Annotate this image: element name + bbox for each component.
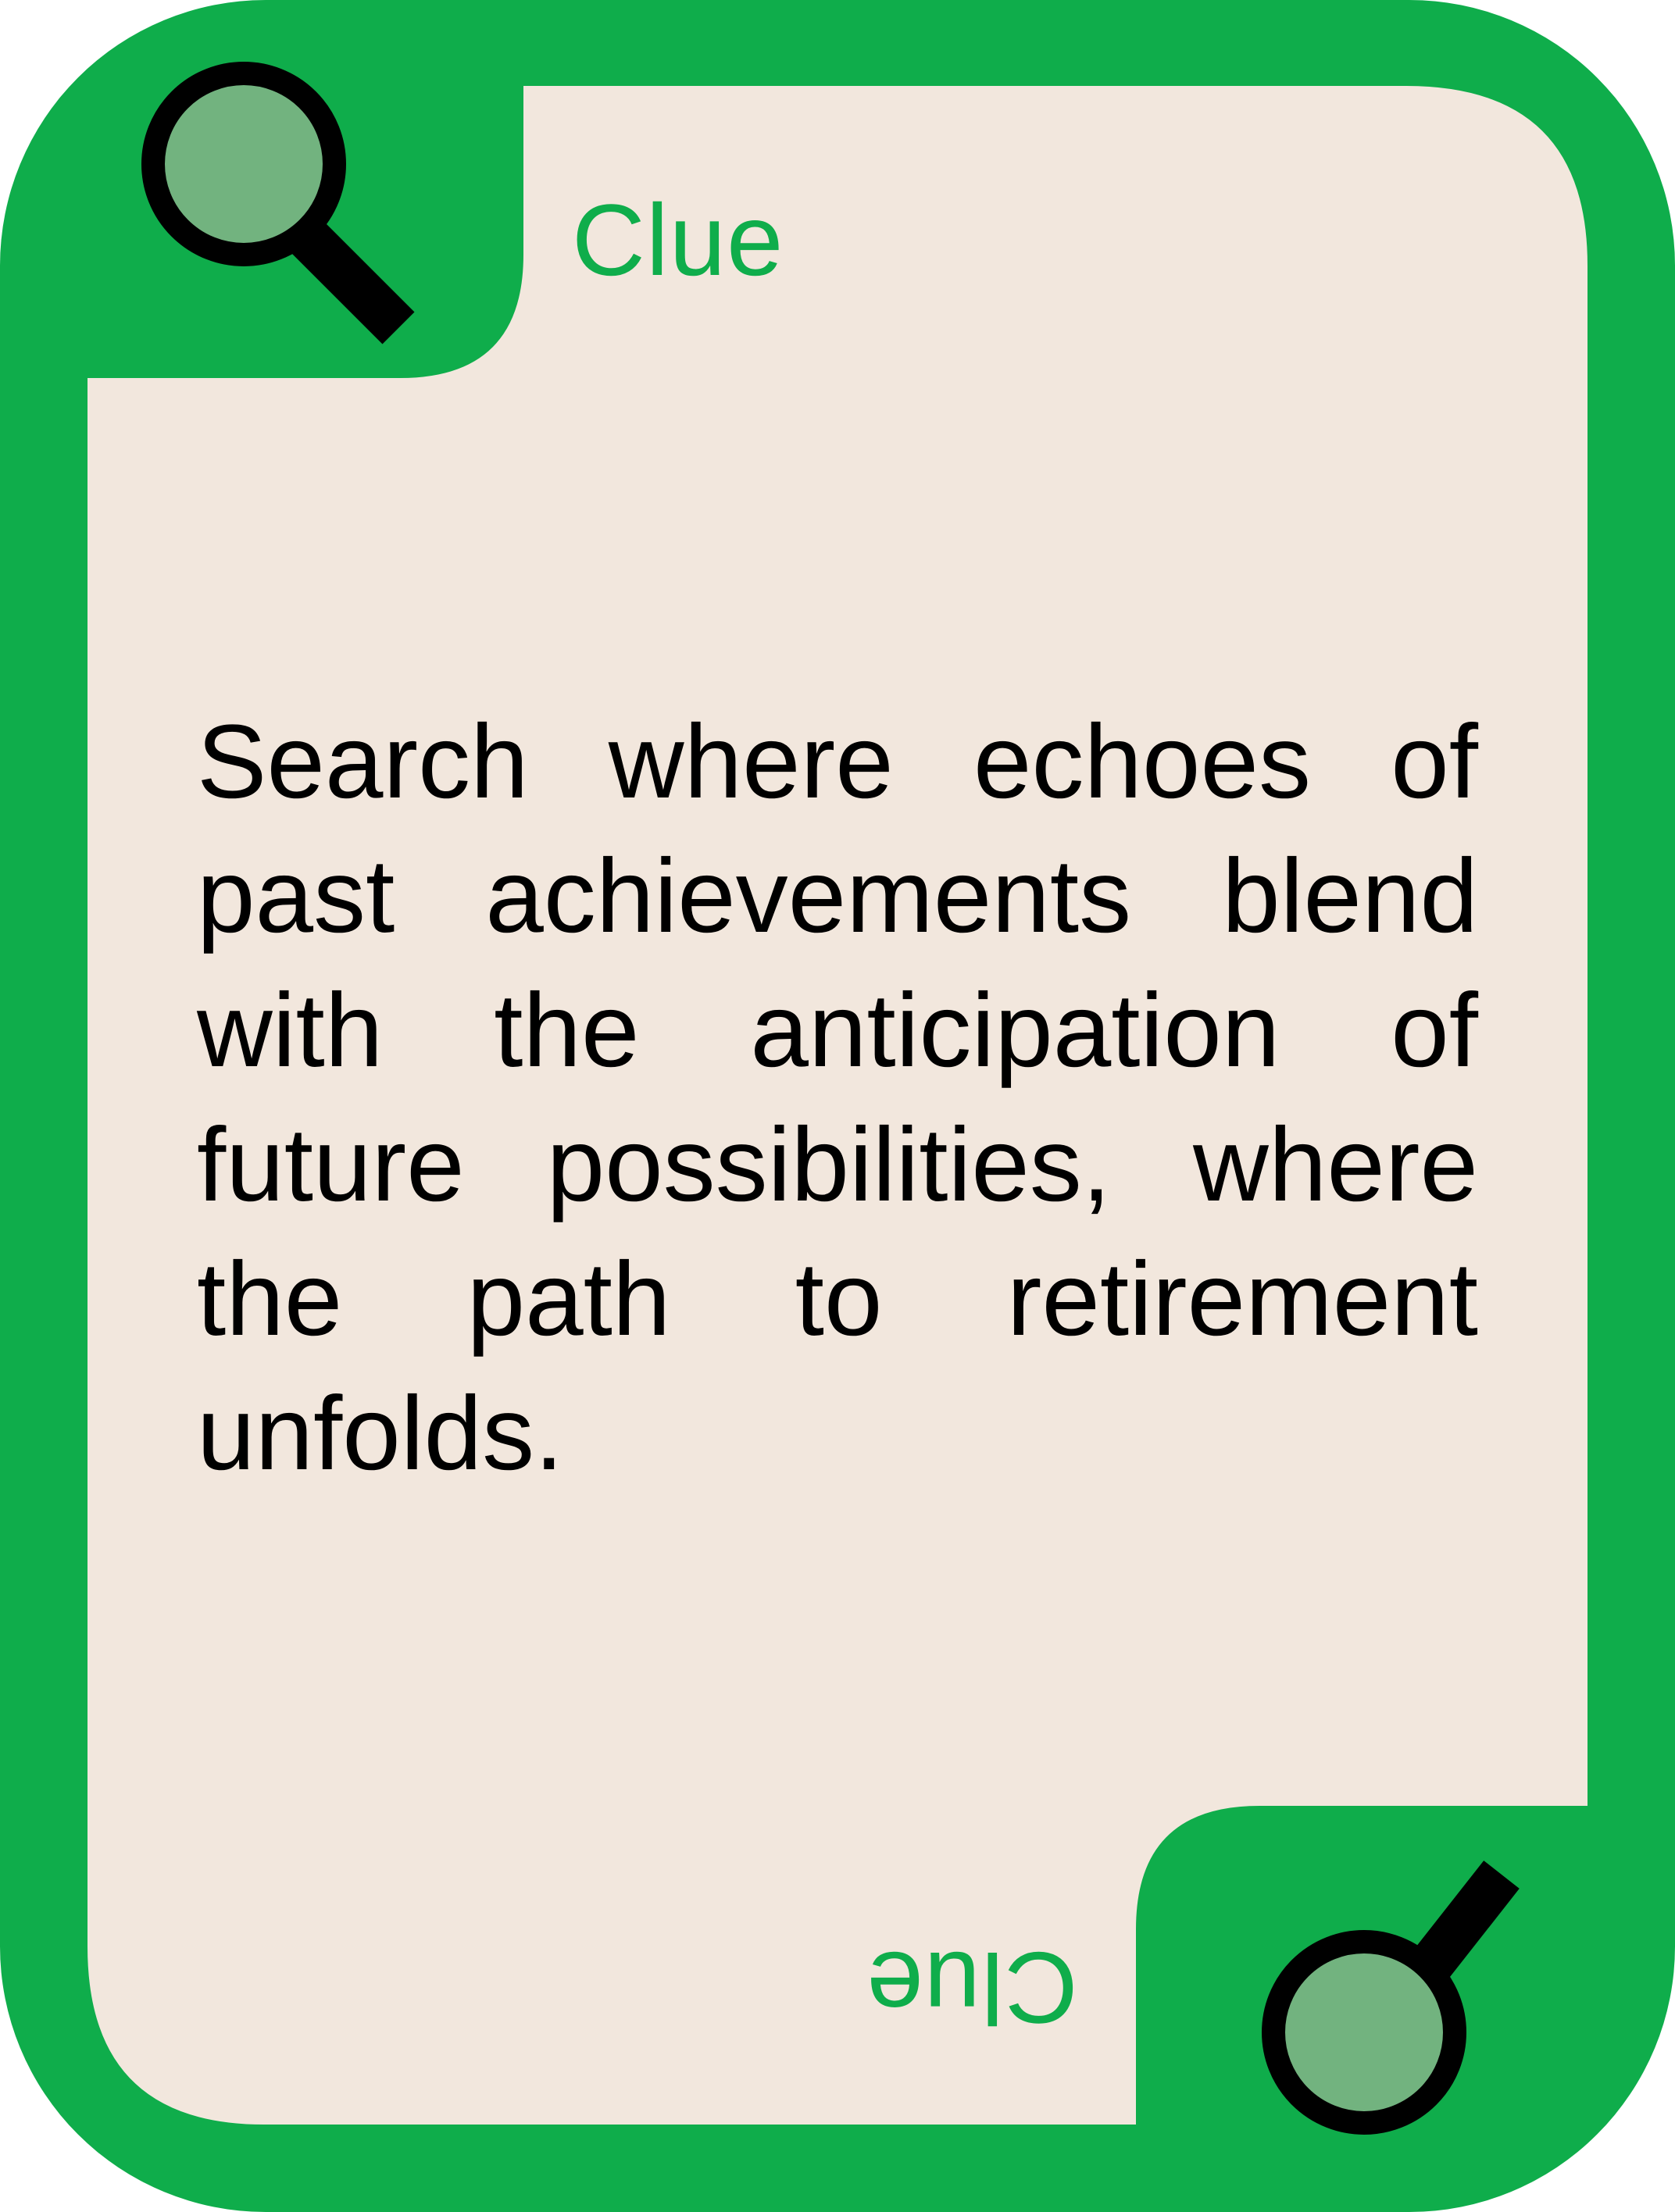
clue-card: Clue Clue Search where echoes of past ac… xyxy=(0,0,1675,2212)
clue-text: Search where echoes of past achievements… xyxy=(197,704,1478,1492)
card-title: Clue xyxy=(572,183,784,297)
card-title-rotated: Clue xyxy=(866,1931,1078,2045)
